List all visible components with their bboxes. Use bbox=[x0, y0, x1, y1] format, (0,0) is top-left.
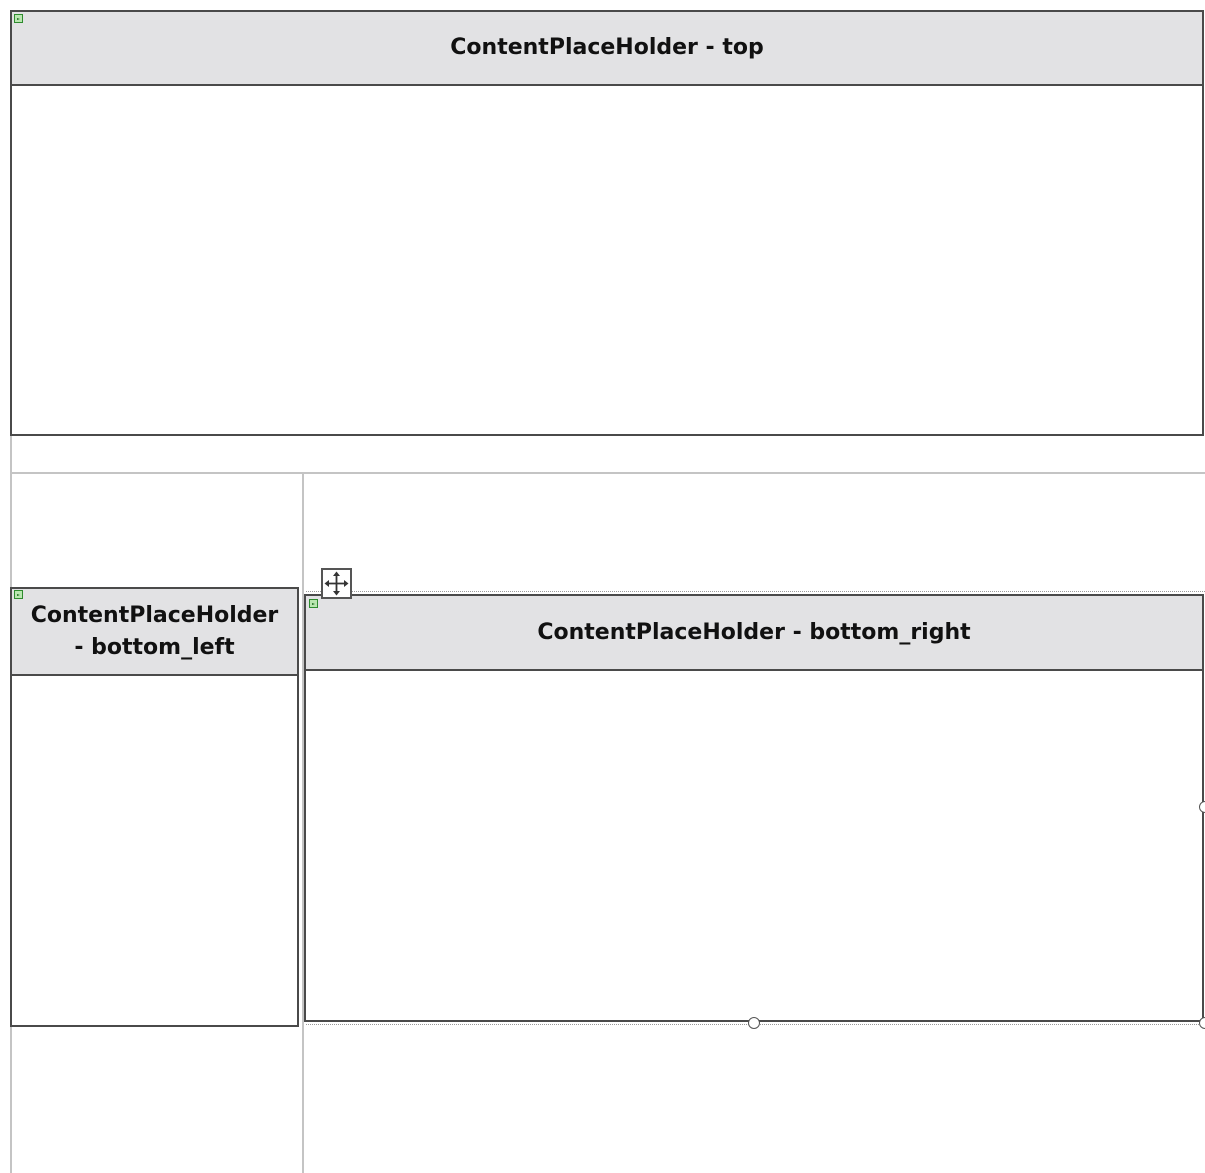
resize-handle-bottom-right[interactable] bbox=[1199, 1017, 1205, 1029]
resize-handle-right-middle[interactable] bbox=[1199, 801, 1205, 813]
content-placeholder-bottom-left[interactable]: ContentPlaceHolder - bottom_left bbox=[10, 587, 299, 1027]
content-placeholder-top-title: ContentPlaceHolder - top bbox=[450, 35, 764, 60]
table-row-top-rule bbox=[10, 472, 1205, 474]
content-placeholder-top[interactable]: ContentPlaceHolder - top bbox=[10, 10, 1204, 436]
content-placeholder-bottom-left-header[interactable]: ContentPlaceHolder - bottom_left bbox=[12, 589, 297, 676]
content-placeholder-top-header[interactable]: ContentPlaceHolder - top bbox=[12, 12, 1202, 86]
smart-tag-arrow-icon[interactable] bbox=[309, 599, 318, 608]
content-placeholder-bottom-right-title: ContentPlaceHolder - bottom_right bbox=[537, 619, 971, 645]
content-placeholder-bottom-right-header[interactable]: ContentPlaceHolder - bottom_right bbox=[306, 596, 1202, 671]
content-placeholder-bottom-right[interactable]: ContentPlaceHolder - bottom_right bbox=[304, 594, 1204, 1022]
smart-tag-arrow-icon[interactable] bbox=[14, 590, 23, 599]
content-placeholder-bottom-left-title-line2: - bottom_left bbox=[74, 634, 235, 660]
selection-outline-top bbox=[306, 591, 1205, 592]
four-way-move-icon[interactable] bbox=[321, 568, 352, 599]
smart-tag-arrow-icon[interactable] bbox=[14, 14, 23, 23]
resize-handle-bottom-center[interactable] bbox=[748, 1017, 760, 1029]
content-placeholder-bottom-left-title-line1: ContentPlaceHolder bbox=[30, 602, 279, 628]
